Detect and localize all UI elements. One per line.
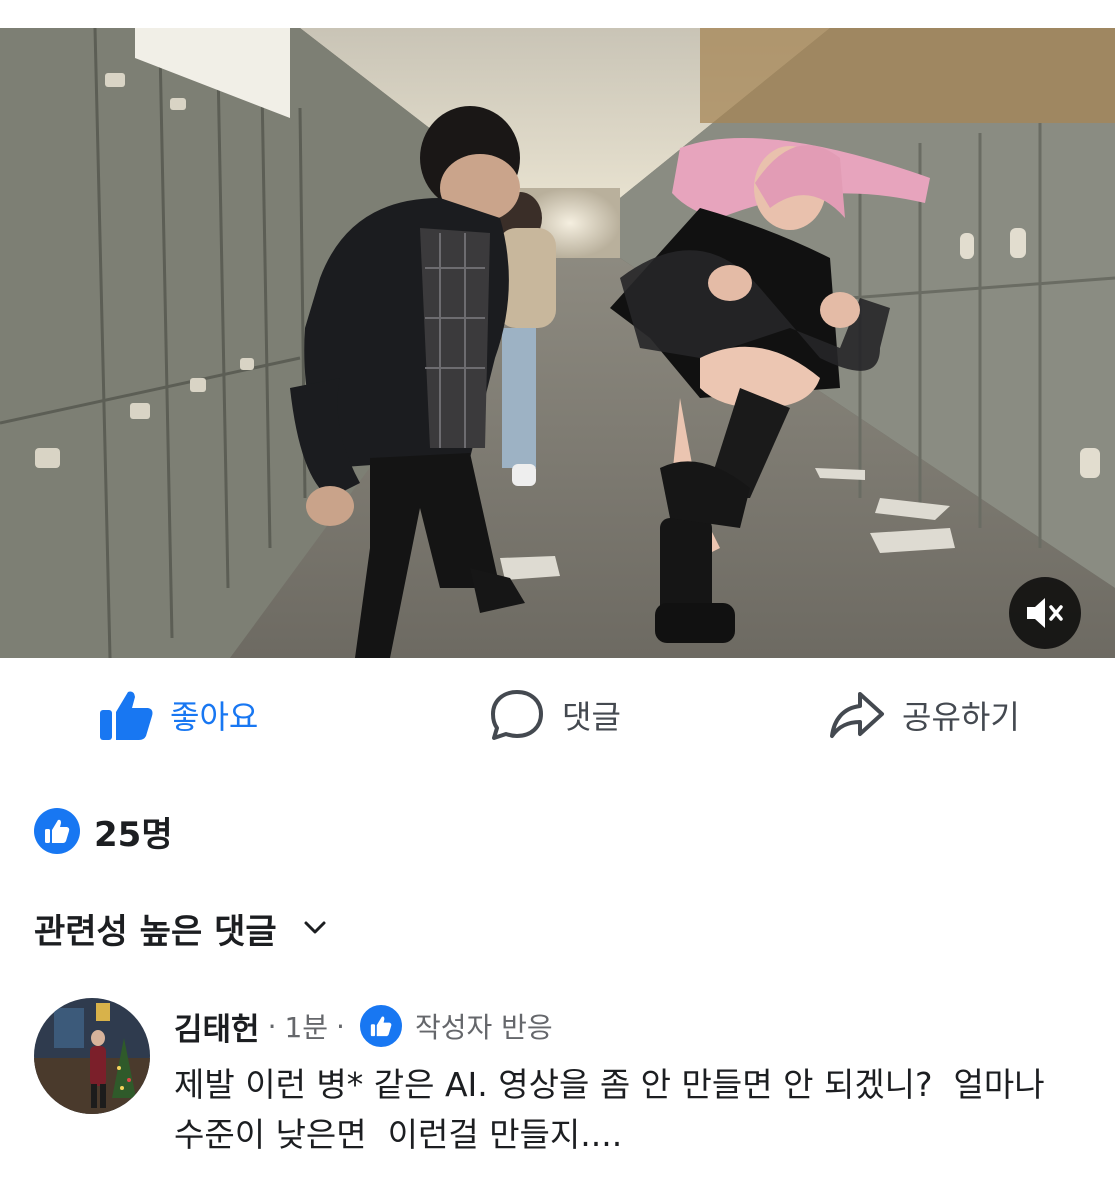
avatar[interactable] <box>34 998 150 1114</box>
comment-body: 김태헌 · 1분 · 작성자 반응 제발 이런 병* 같은 AI. 영상을 좀 … <box>174 998 1074 1160</box>
mute-button[interactable] <box>1009 577 1081 649</box>
like-reaction-badge <box>34 808 80 854</box>
comment-author[interactable]: 김태헌 <box>174 1004 260 1049</box>
reaction-summary[interactable]: 25명 <box>34 806 173 856</box>
share-label: 공유하기 <box>902 698 1020 736</box>
author-reaction-label: 작성자 반응 <box>414 1011 553 1044</box>
video-player[interactable] <box>0 28 1115 658</box>
post-actions-bar: 좋아요 댓글 공유하기 <box>0 665 1115 765</box>
author-reaction-badge <box>356 1002 405 1050</box>
chevron-down-icon <box>303 920 327 936</box>
like-button[interactable]: 좋아요 <box>98 683 258 747</box>
comment-time[interactable]: 1분 <box>284 1006 328 1046</box>
meta-separator: · <box>336 1009 345 1043</box>
comment-button[interactable]: 댓글 <box>488 683 621 747</box>
share-arrow-icon <box>830 692 884 738</box>
comment-label: 댓글 <box>562 698 621 736</box>
reaction-count: 25명 <box>94 814 173 855</box>
comment-meta: 김태헌 · 1분 · 작성자 반응 <box>174 998 1074 1054</box>
video-frame <box>0 28 1115 658</box>
thumbs-up-icon <box>45 819 70 843</box>
comment-text: 제발 이런 병* 같은 AI. 영상을 좀 안 만들면 안 되겠니? 얼마나 수… <box>174 1065 1056 1154</box>
like-label: 좋아요 <box>170 698 259 736</box>
thumbs-up-icon <box>100 691 153 740</box>
speech-bubble-icon <box>491 690 543 740</box>
thumbs-up-icon <box>370 1016 392 1037</box>
post-page: 좋아요 댓글 공유하기 25명 관련성 높은 댓글 김태헌 · 1분 · 작성자… <box>0 0 1115 1200</box>
share-button[interactable]: 공유하기 <box>828 683 1020 747</box>
sort-label: 관련성 높은 댓글 <box>34 911 277 952</box>
comment-sort-dropdown[interactable]: 관련성 높은 댓글 <box>34 900 327 956</box>
meta-separator: · <box>267 1009 277 1043</box>
speaker-muted-icon <box>1027 598 1063 628</box>
